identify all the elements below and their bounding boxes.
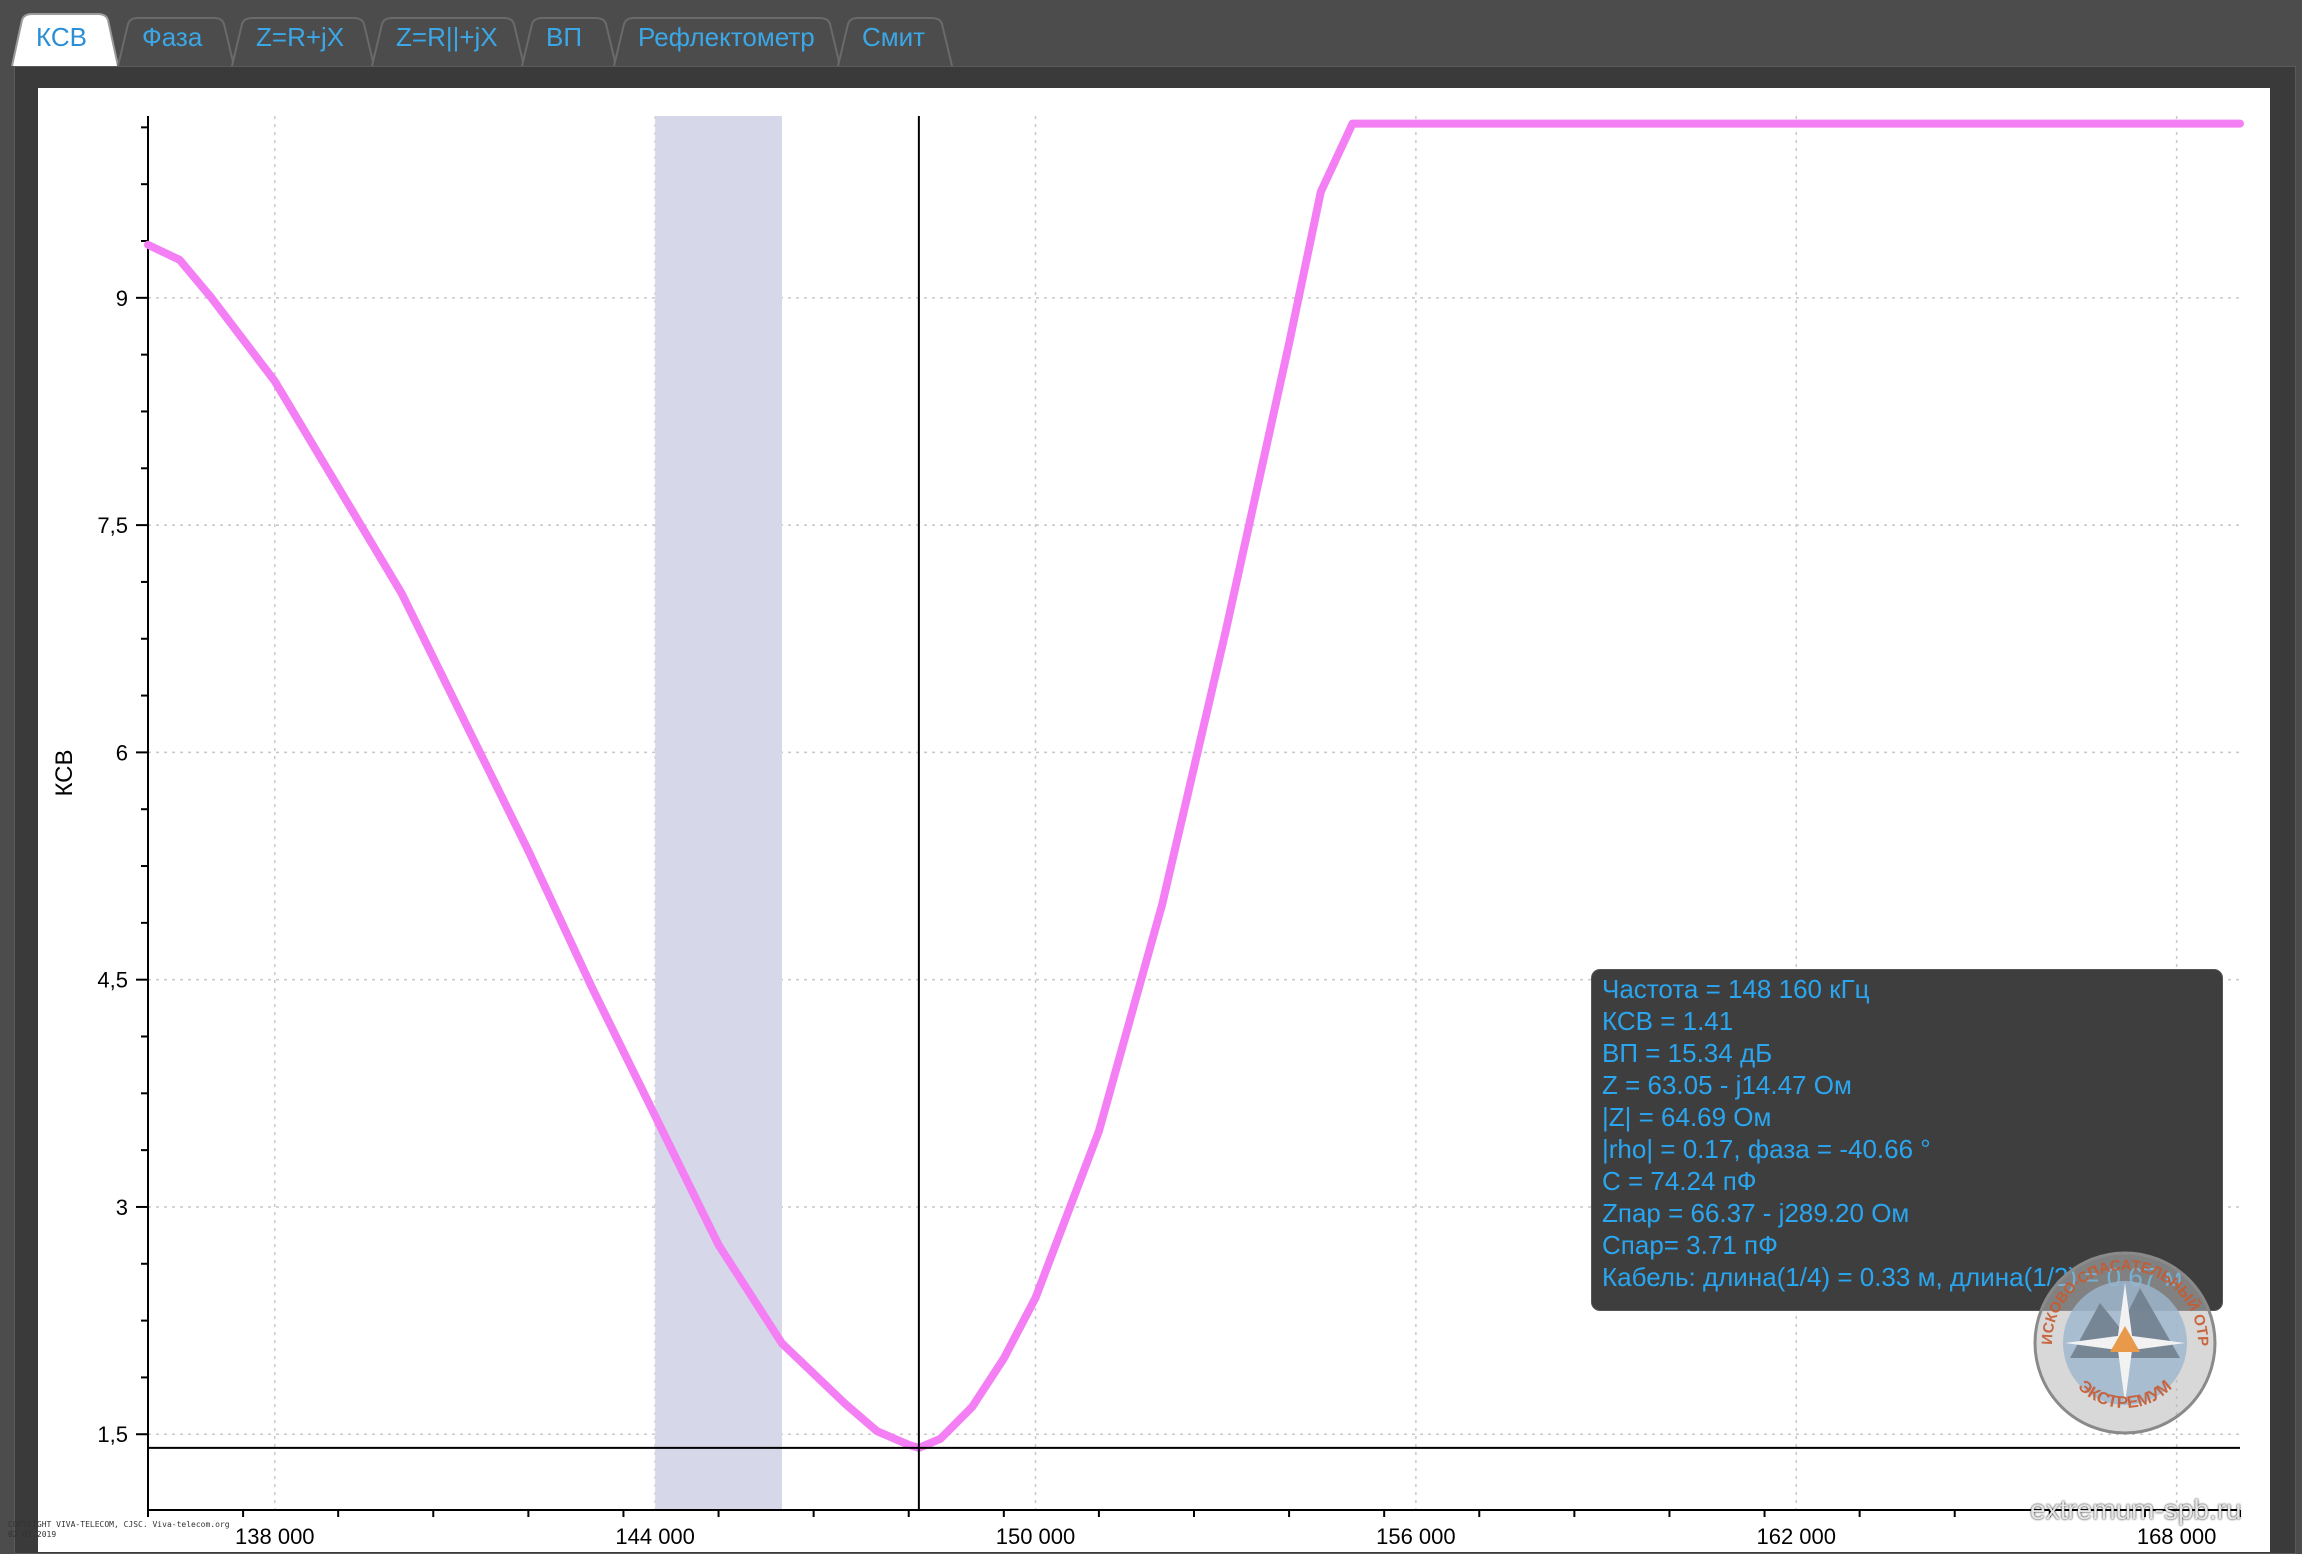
y-tick-label: 4,5 — [97, 968, 128, 993]
y-tick-label: 9 — [116, 286, 128, 311]
tab-1[interactable]: КСВ — [36, 22, 87, 53]
x-tick-label: 162 000 — [1756, 1524, 1836, 1549]
tooltip-line: Zпар = 66.37 - j289.20 Ом — [1602, 1198, 1910, 1228]
tab-3[interactable]: Z=R+jX — [256, 22, 344, 53]
band-highlight — [655, 116, 782, 1510]
watermark-url: extremum-spb.ru — [2030, 1494, 2242, 1525]
tab-4[interactable]: Z=R||+jX — [396, 22, 498, 53]
tab-shapes — [11, 13, 953, 67]
tooltip-line: КСВ = 1.41 — [1602, 1006, 1734, 1036]
x-tick-label: 144 000 — [615, 1524, 695, 1549]
tooltip-line: Частота = 148 160 кГц — [1602, 974, 1870, 1004]
tooltip-line: |rho| = 0.17, фаза = -40.66 ° — [1602, 1134, 1931, 1164]
tooltip-line: |Z| = 64.69 Ом — [1602, 1102, 1772, 1132]
tab-6[interactable]: Рефлектометр — [638, 22, 815, 53]
vswr-chart[interactable]: 1,5 3 4,5 6 7,5 9 138 000 144 000 150 000 156 000… — [38, 88, 2270, 1552]
y-tick-label: 6 — [116, 740, 128, 765]
x-tick-label: 138 000 — [235, 1524, 315, 1549]
tab-bar: КСВ Фаза Z=R+jX Z=R||+jX ВП Рефлектометр Смит — [0, 0, 2302, 68]
chart-area[interactable]: 1,5 3 4,5 6 7,5 9 138 000 144 000 150 000 156 000… — [38, 88, 2270, 1552]
y-tick-label: 7,5 — [97, 513, 128, 538]
tooltip-line: C = 74.24 пФ — [1602, 1166, 1757, 1196]
copyright-note: COPYRIGHT VIVA-TELECOM, CJSC. Viva-telec… — [8, 1520, 230, 1540]
tooltip-line: Z = 63.05 - j14.47 Ом — [1602, 1070, 1852, 1100]
tooltip-line: Cпар= 3.71 пФ — [1602, 1230, 1778, 1260]
tooltip-line: ВП = 15.34 дБ — [1602, 1038, 1773, 1068]
tab-2[interactable]: Фаза — [142, 22, 202, 53]
y-tick-label: 3 — [116, 1195, 128, 1220]
x-tick-label: 150 000 — [996, 1524, 1076, 1549]
x-tick-label: 168 000 — [2137, 1524, 2217, 1549]
y-axis-label: КСВ — [51, 749, 78, 796]
tab-5[interactable]: ВП — [546, 22, 582, 53]
rescue-team-logo: ПОИСКОВО-СПАСАТЕЛЬНЫЙ ОТРЯД ЭКСТРЕМУМ — [2030, 1248, 2217, 1435]
x-tick-label: 156 000 — [1376, 1524, 1456, 1549]
copyright-line: COPYRIGHT VIVA-TELECOM, CJSC. Viva-telec… — [8, 1520, 230, 1529]
tab-7[interactable]: Смит — [862, 22, 925, 53]
y-tick-label: 1,5 — [97, 1422, 128, 1447]
copyright-date: 02.07.2019 — [8, 1530, 57, 1539]
